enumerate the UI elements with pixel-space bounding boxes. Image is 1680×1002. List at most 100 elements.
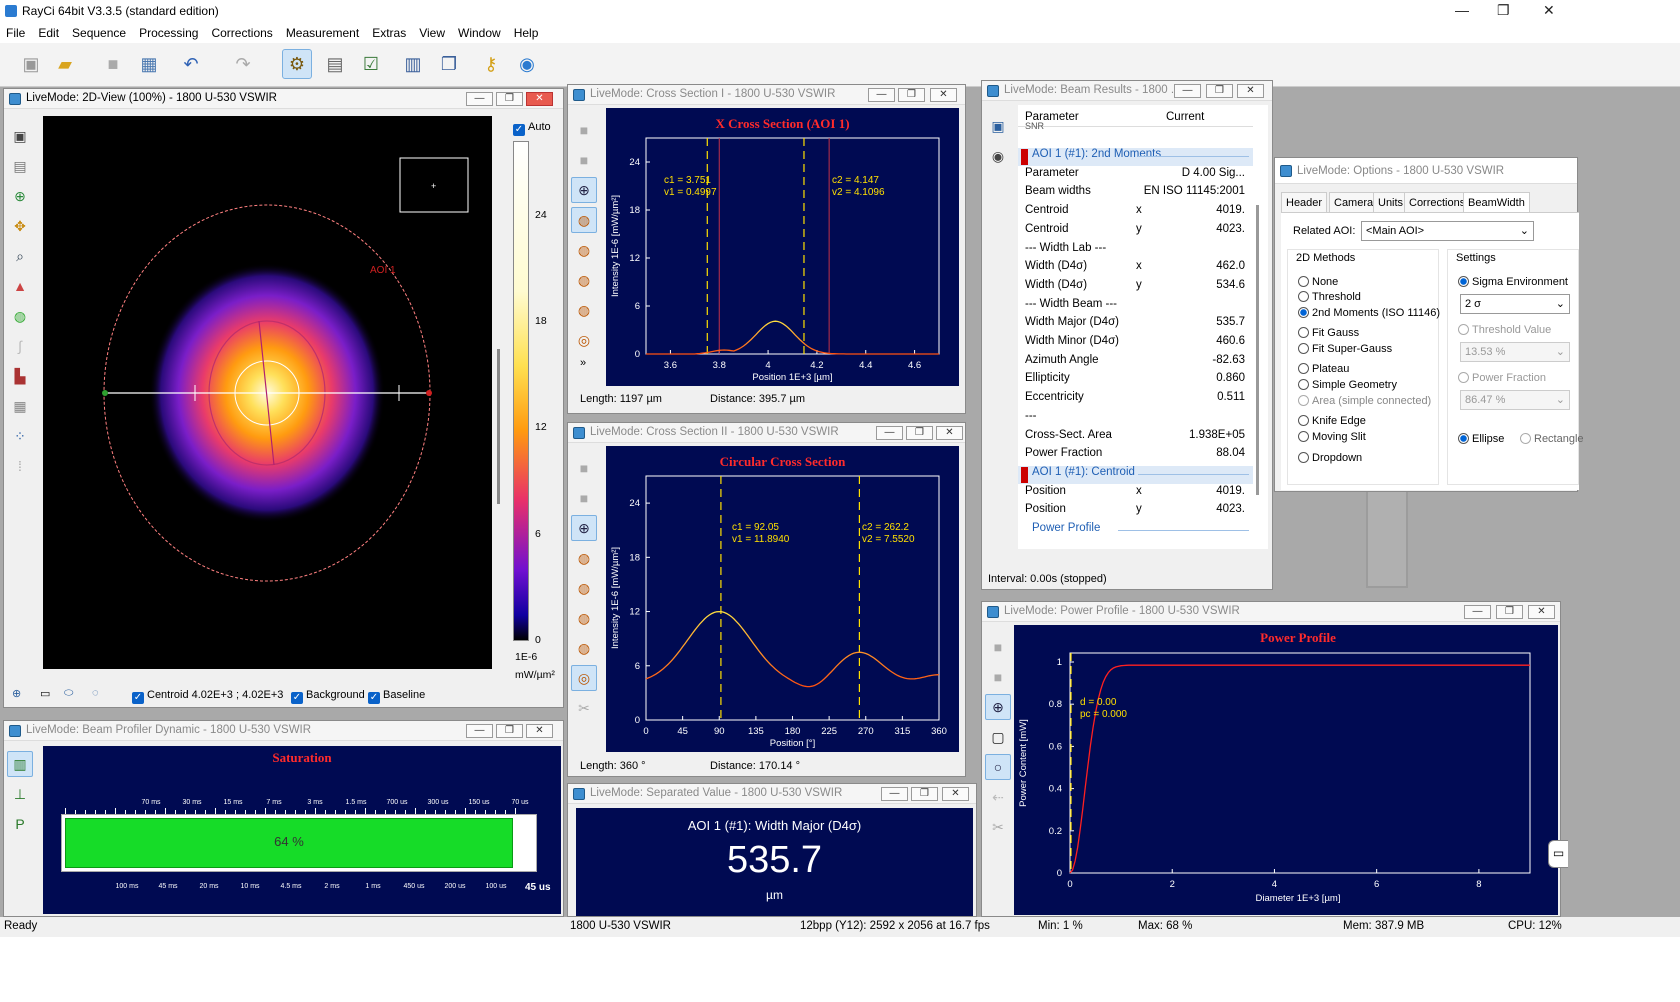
target-icon[interactable]: ⊕ bbox=[12, 687, 21, 700]
cross2-plot[interactable]: Circular Cross Section 24 18 12 6 0 0 45 90 135 18… bbox=[606, 446, 959, 752]
open-folder-icon[interactable]: ▰ bbox=[50, 49, 80, 79]
results-section-link[interactable]: Power Profile bbox=[1018, 522, 1253, 540]
cross1-restore-button[interactable]: ❐ bbox=[898, 88, 925, 102]
menu-measurement[interactable]: Measurement bbox=[280, 23, 366, 40]
cross1-minimize-button[interactable]: — bbox=[868, 88, 895, 102]
saturation-icon[interactable]: ▥ bbox=[7, 751, 33, 777]
profile-x-icon[interactable]: ◍ bbox=[571, 545, 597, 571]
3d-view-icon[interactable]: ▲ bbox=[7, 273, 33, 299]
tab-beamwidth[interactable]: BeamWidth bbox=[1463, 192, 1530, 212]
rectangle-icon[interactable]: ▭ bbox=[40, 687, 50, 700]
view2d-minimize-button[interactable]: — bbox=[466, 92, 493, 106]
results-section-header[interactable]: AOI 1 (#1): 2nd Moments bbox=[1018, 148, 1253, 166]
minimize-button[interactable]: — bbox=[1455, 2, 1469, 18]
move-icon[interactable]: ✥ bbox=[7, 213, 33, 239]
method-radio[interactable]: None bbox=[1298, 276, 1338, 288]
view2d-restore-button[interactable]: ❐ bbox=[496, 92, 523, 106]
power-icon[interactable]: P bbox=[7, 811, 33, 837]
measurement-settings-icon[interactable]: ⚙ bbox=[282, 49, 312, 79]
dynamic-minimize-button[interactable]: — bbox=[466, 724, 493, 738]
threshold-value-radio[interactable]: Threshold Value bbox=[1458, 324, 1551, 336]
save-icon[interactable]: ■ bbox=[571, 455, 597, 481]
camera-icon[interactable]: ▣ bbox=[16, 49, 46, 79]
menu-window[interactable]: Window bbox=[452, 23, 508, 40]
image-export-icon[interactable]: ▦ bbox=[134, 49, 164, 79]
profile-diag-icon[interactable]: ◍ bbox=[571, 605, 597, 631]
circle-aperture-icon[interactable]: ○ bbox=[985, 754, 1011, 780]
crosshair-icon[interactable]: ⊕ bbox=[985, 694, 1011, 720]
tools-icon[interactable]: ✂ bbox=[571, 695, 597, 721]
profile-x-icon[interactable]: ◍ bbox=[571, 207, 597, 233]
related-aoi-select[interactable]: <Main AOI> ⌄ bbox=[1361, 221, 1534, 241]
dots-icon[interactable]: ⁞ bbox=[7, 453, 33, 479]
menu-extras[interactable]: Extras bbox=[366, 23, 413, 40]
power-plot[interactable]: Power Profile 1 0.8 0.6 0.4 0.2 0 0 2 4 6 8 Power Co… bbox=[1014, 625, 1558, 915]
profile-circle-icon[interactable]: ◎ bbox=[571, 665, 597, 691]
exposure-icon[interactable]: ⊥ bbox=[7, 781, 33, 807]
circle-select-icon[interactable]: ◌ bbox=[92, 687, 99, 699]
notes-icon[interactable]: ▤ bbox=[320, 49, 350, 79]
menu-file[interactable]: File bbox=[0, 23, 32, 40]
zoom-icon[interactable]: ⌕ bbox=[7, 243, 33, 269]
line-start-handle[interactable] bbox=[102, 390, 108, 396]
sigma-env-radio[interactable]: Sigma Environment bbox=[1458, 276, 1568, 288]
profile-diag-icon[interactable]: ◍ bbox=[571, 267, 597, 293]
profile-circle-icon[interactable]: ◎ bbox=[571, 327, 597, 353]
table-icon[interactable]: ▦ bbox=[7, 393, 33, 419]
save-icon[interactable]: ■ bbox=[571, 117, 597, 143]
method-radio[interactable]: Moving Slit bbox=[1298, 431, 1366, 443]
arrow-icon[interactable]: ⇠ bbox=[985, 784, 1011, 810]
save-as-icon[interactable]: ■ bbox=[985, 664, 1011, 690]
save-icon[interactable]: ■ bbox=[98, 49, 128, 79]
more-tools-button[interactable]: » bbox=[580, 357, 600, 369]
layers-icon[interactable]: ▤ bbox=[7, 153, 33, 179]
method-radio[interactable]: Simple Geometry bbox=[1298, 379, 1397, 391]
menu-sequence[interactable]: Sequence bbox=[66, 23, 133, 40]
beam-image[interactable]: + AOI 1 bbox=[43, 116, 492, 669]
profile-line-icon[interactable]: ◍ bbox=[571, 297, 597, 323]
view2d-close-button[interactable]: ✕ bbox=[526, 92, 553, 106]
separated-close-button[interactable]: ✕ bbox=[942, 787, 969, 801]
threshold-select[interactable]: 13.53 % ⌄ bbox=[1460, 342, 1570, 362]
close-button[interactable]: ✕ bbox=[1543, 2, 1555, 19]
menu-processing[interactable]: Processing bbox=[133, 23, 205, 40]
profile-line-icon[interactable]: ◍ bbox=[571, 635, 597, 661]
menu-help[interactable]: Help bbox=[508, 23, 546, 40]
cross1-close-button[interactable]: ✕ bbox=[930, 88, 957, 102]
curve-icon[interactable]: ∫ bbox=[7, 333, 33, 359]
save-as-icon[interactable]: ■ bbox=[571, 485, 597, 511]
profile-y-icon[interactable]: ◍ bbox=[571, 575, 597, 601]
method-radio[interactable]: Plateau bbox=[1298, 363, 1349, 375]
dynamic-close-button[interactable]: ✕ bbox=[526, 724, 553, 738]
auto-scale-checkbox[interactable]: ✓ Auto bbox=[513, 121, 551, 136]
centroid-checkbox[interactable]: ✓ Centroid 4.02E+3 ; 4.02E+3 bbox=[132, 689, 283, 704]
background-checkbox[interactable]: ✓ Background bbox=[291, 689, 365, 704]
ellipse-radio[interactable]: Ellipse bbox=[1458, 433, 1504, 445]
power-fraction-radio[interactable]: Power Fraction bbox=[1458, 372, 1546, 384]
cross2-restore-button[interactable]: ❐ bbox=[906, 426, 933, 440]
ellipse-icon[interactable]: ⬭ bbox=[64, 687, 73, 700]
histogram-icon[interactable]: ▙ bbox=[7, 363, 33, 389]
beam-view-icon[interactable]: ◍ bbox=[7, 303, 33, 329]
tab-header[interactable]: Header bbox=[1281, 192, 1328, 212]
results-scrollbar[interactable] bbox=[1256, 205, 1259, 495]
crosshair-icon[interactable]: ⊕ bbox=[571, 177, 597, 203]
separated-restore-button[interactable]: ❐ bbox=[911, 787, 938, 801]
results-close-button[interactable]: ✕ bbox=[1237, 84, 1264, 98]
scrollbar-vertical[interactable] bbox=[497, 349, 500, 504]
export-results-icon[interactable]: ▣ bbox=[985, 113, 1011, 139]
sigma-select[interactable]: 2 σ ⌄ bbox=[1460, 294, 1570, 314]
power-minimize-button[interactable]: — bbox=[1464, 605, 1491, 619]
save-icon[interactable]: ■ bbox=[985, 634, 1011, 660]
menu-edit[interactable]: Edit bbox=[32, 23, 66, 40]
menu-view[interactable]: View bbox=[413, 23, 452, 40]
method-radio[interactable]: Knife Edge bbox=[1298, 415, 1366, 427]
menu-corrections[interactable]: Corrections bbox=[205, 23, 279, 40]
dynamic-restore-button[interactable]: ❐ bbox=[496, 724, 523, 738]
method-radio[interactable]: Dropdown bbox=[1298, 452, 1362, 464]
method-radio[interactable]: Fit Gauss bbox=[1298, 327, 1359, 339]
tab-camera[interactable]: Camera bbox=[1329, 192, 1379, 212]
power-fraction-select[interactable]: 86.47 % ⌄ bbox=[1460, 390, 1570, 410]
results-minimize-button[interactable]: — bbox=[1174, 84, 1201, 98]
baseline-checkbox[interactable]: ✓ Baseline bbox=[368, 689, 425, 704]
